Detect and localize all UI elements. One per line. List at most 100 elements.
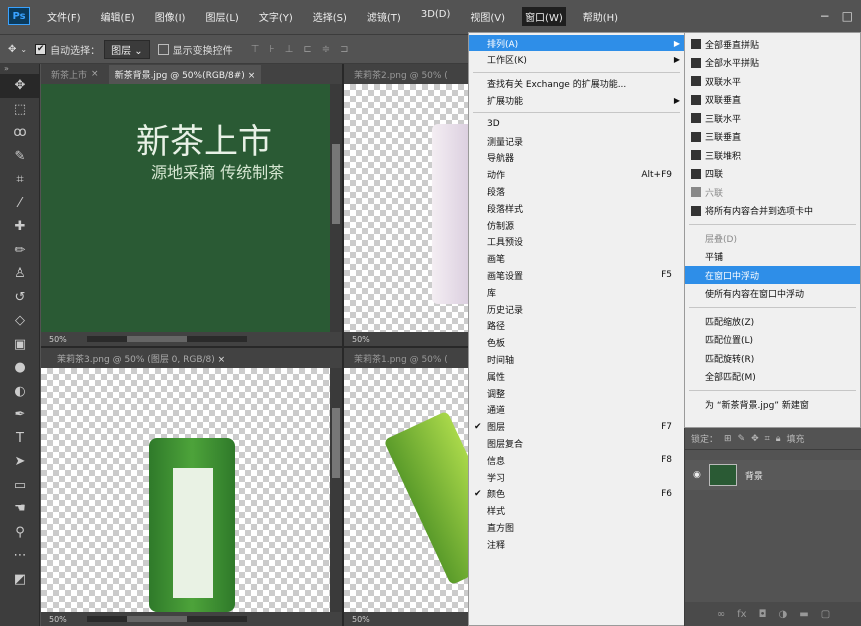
arrange-menu-item[interactable]: 匹配位置(L) (685, 331, 860, 349)
canvas[interactable]: 新茶上市 源地采摘 传统制茶 (41, 84, 330, 332)
new-layer-icon[interactable]: ▢ (821, 609, 830, 620)
arrange-menu-item[interactable]: 平铺 (685, 248, 860, 266)
document-tab-active[interactable]: 新茶背景.jpg @ 50%(RGB/8#) × (108, 64, 262, 84)
window-menu-item[interactable]: 历史记录 (469, 301, 684, 317)
move-tool-icon[interactable]: ✥ (0, 74, 40, 98)
menu-9[interactable]: 窗口(W) (522, 6, 566, 26)
zoom-level[interactable]: 50% (49, 615, 67, 624)
lasso-tool-icon[interactable]: ꝏ (0, 121, 40, 145)
menu-6[interactable]: 滤镜(T) (364, 7, 404, 26)
rectangle-tool-icon[interactable]: ▭ (0, 474, 40, 498)
horizontal-scrollbar[interactable] (86, 336, 247, 342)
document-tab[interactable]: 茉莉茶2.png @ 50% ( (354, 68, 448, 81)
minimize-button[interactable]: − (820, 9, 830, 23)
menu-5[interactable]: 选择(S) (310, 7, 350, 26)
brush-tool-icon[interactable]: ✏ (0, 239, 40, 263)
vertical-scrollbar[interactable] (330, 368, 342, 612)
menu-0[interactable]: 文件(F) (44, 7, 84, 26)
arrange-menu-item[interactable]: 三联堆积 (685, 146, 860, 164)
arrange-menu-item[interactable]: 层叠(D) (685, 229, 860, 247)
quick-select-tool-icon[interactable]: ✎ (0, 145, 40, 169)
type-tool-icon[interactable]: T (0, 427, 40, 451)
window-menu-item[interactable]: 图层复合 (469, 435, 684, 451)
blur-tool-icon[interactable]: ● (0, 356, 40, 380)
auto-select-dropdown[interactable]: 图层 ⌄ (104, 39, 150, 59)
window-menu-item[interactable]: 时间轴 (469, 351, 684, 367)
window-menu-item[interactable]: 排列(A) ▶ (469, 35, 684, 51)
canvas[interactable] (41, 368, 330, 612)
arrange-menu-item[interactable]: 三联水平 (685, 109, 860, 127)
menu-8[interactable]: 视图(V) (467, 7, 508, 26)
fx-icon[interactable]: fx (737, 609, 746, 620)
close-icon[interactable]: × (91, 69, 99, 79)
eraser-tool-icon[interactable]: ◇ (0, 309, 40, 333)
menu-10[interactable]: 帮助(H) (580, 7, 621, 26)
lock-all-icon[interactable]: 🔒︎ (776, 434, 781, 444)
document-tab-active[interactable]: 茉莉茶3.png @ 50% (图层 0, RGB/8) × (51, 349, 231, 368)
align-hcenter-icon[interactable]: ≑ (322, 44, 330, 55)
zoom-level[interactable]: 50% (49, 335, 67, 344)
arrange-menu-item[interactable]: 三联垂直 (685, 128, 860, 146)
transform-controls-checkbox[interactable] (157, 43, 169, 55)
window-menu-item[interactable]: 样式 (469, 503, 684, 519)
window-menu-item[interactable]: 色板 (469, 335, 684, 351)
visibility-eye-icon[interactable]: ◉ (693, 470, 701, 480)
stamp-tool-icon[interactable]: ♙ (0, 262, 40, 286)
arrange-menu-item[interactable]: 全部垂直拼贴 (685, 35, 860, 53)
folder-icon[interactable]: ▬ (799, 609, 808, 620)
auto-select-checkbox[interactable]: ✔ (35, 43, 47, 55)
window-menu-item[interactable]: 调整 (469, 385, 684, 401)
history-brush-icon[interactable]: ↺ (0, 286, 40, 310)
pen-tool-icon[interactable]: ✒ (0, 403, 40, 427)
adjustment-icon[interactable]: ◑ (779, 609, 788, 620)
window-menu-item[interactable]: 路径 (469, 318, 684, 334)
mask-icon[interactable]: ◘ (759, 609, 767, 620)
window-menu-item[interactable]: 画笔设置 F5 (469, 267, 684, 283)
canvas[interactable] (344, 368, 515, 612)
arrange-menu-item[interactable]: 匹配旋转(R) (685, 349, 860, 367)
arrange-menu-item[interactable]: 六联 (685, 183, 860, 201)
menu-7[interactable]: 3D(D) (418, 7, 454, 26)
arrange-menu-item[interactable]: 四联 (685, 165, 860, 183)
zoom-tool-icon[interactable]: ⚲ (0, 521, 40, 545)
marquee-tool-icon[interactable]: ⬚ (0, 98, 40, 122)
window-menu-item[interactable]: 画笔 (469, 251, 684, 267)
restore-button[interactable]: □ (842, 9, 853, 23)
zoom-level[interactable]: 50% (352, 615, 370, 624)
hand-tool-icon[interactable]: ☚ (0, 497, 40, 521)
more-tools-icon[interactable]: ⋯ (0, 544, 40, 568)
arrange-menu-item[interactable]: 全部水平拼贴 (685, 54, 860, 72)
window-menu-item[interactable]: 库 (469, 284, 684, 300)
window-menu-item[interactable]: 查找有关 Exchange 的扩展功能... (469, 76, 684, 92)
window-menu-item[interactable]: 仿制源 (469, 217, 684, 233)
lock-pixels-icon[interactable]: ⊞ (724, 434, 732, 444)
healing-tool-icon[interactable]: ✚ (0, 215, 40, 239)
window-menu-item[interactable]: 动作 Alt+F9 (469, 167, 684, 183)
collapse-chevron-icon[interactable]: » (0, 64, 39, 74)
vertical-scrollbar[interactable] (330, 84, 342, 332)
move-tool-preset[interactable]: ✥ ⌄ (8, 44, 27, 55)
window-menu-item[interactable]: 扩展功能 ▶ (469, 92, 684, 108)
menu-3[interactable]: 图层(L) (202, 7, 241, 26)
eyedropper-tool-icon[interactable]: ⁄ (0, 192, 40, 216)
align-top-icon[interactable]: ⊤ (251, 44, 260, 55)
document-tab[interactable]: 茉莉茶1.png @ 50% ( (354, 352, 448, 365)
window-menu-item[interactable]: 通道 (469, 402, 684, 418)
dodge-tool-icon[interactable]: ◐ (0, 380, 40, 404)
arrange-menu-item[interactable]: 全部匹配(M) (685, 368, 860, 386)
window-menu-item[interactable]: 测量记录 (469, 133, 684, 149)
gradient-tool-icon[interactable]: ▣ (0, 333, 40, 357)
window-menu-item[interactable]: 学习 (469, 469, 684, 485)
align-right-icon[interactable]: ⊐ (340, 44, 348, 55)
align-left-icon[interactable]: ⊏ (303, 44, 311, 55)
crop-tool-icon[interactable]: ⌗ (0, 168, 40, 192)
canvas[interactable] (344, 84, 468, 332)
align-vcenter-icon[interactable]: ⊦ (269, 44, 274, 55)
zoom-level[interactable]: 50% (352, 335, 370, 344)
lock-brush-icon[interactable]: ✎ (738, 434, 746, 444)
menu-2[interactable]: 图像(I) (152, 7, 189, 26)
arrange-menu-item[interactable]: 双联水平 (685, 72, 860, 90)
arrange-menu-item[interactable]: 在窗口中浮动 (685, 266, 860, 284)
color-swatches-icon[interactable]: ◩ (0, 568, 40, 592)
arrange-menu-item[interactable]: 匹配缩放(Z) (685, 312, 860, 330)
